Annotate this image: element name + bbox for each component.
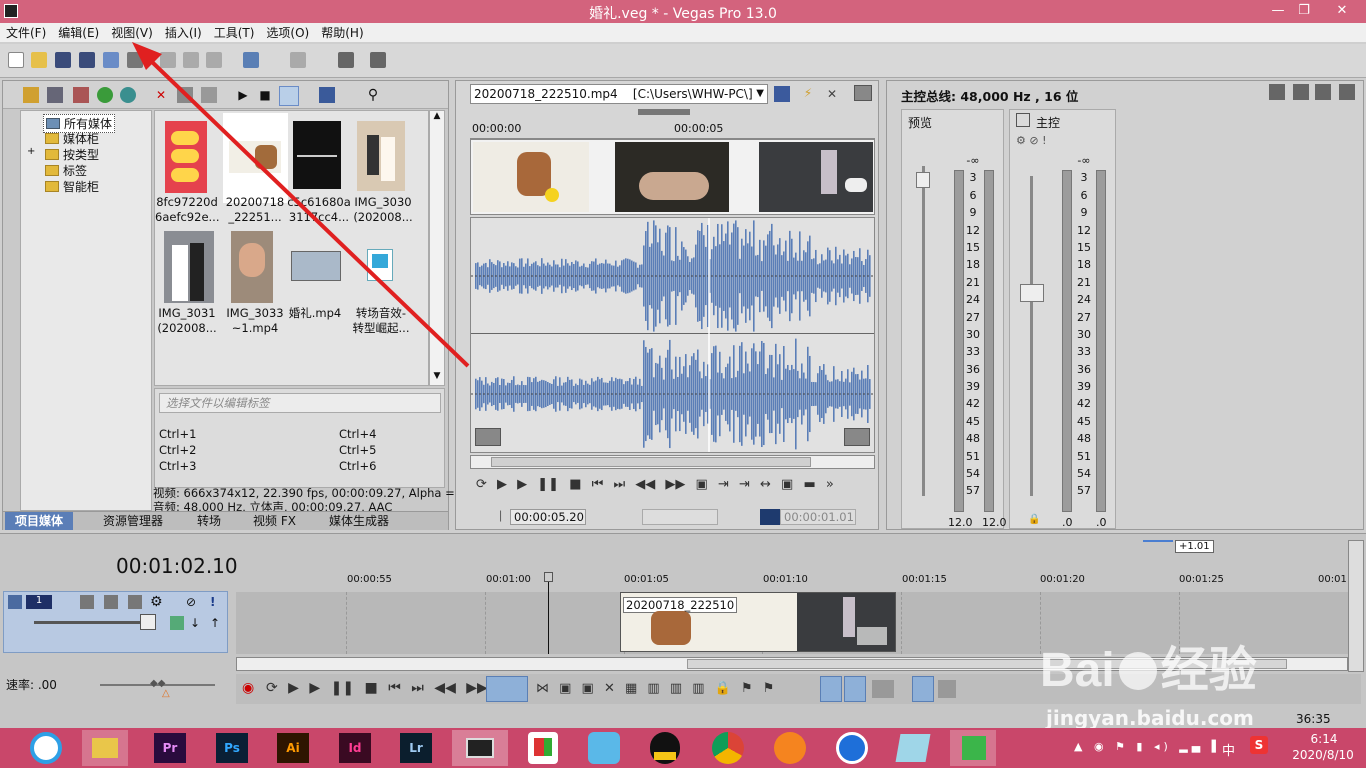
clock-time[interactable]: 6:14: [1296, 732, 1352, 746]
taskbar: Pr Ps Ai Id Lr ▲ ◉ ⚑ ▮ ◂) ▂▄ ▌ 中 S 6:14 …: [0, 728, 1366, 768]
ime-indicator[interactable]: 中: [1222, 740, 1235, 759]
qq-icon[interactable]: [650, 732, 680, 764]
orange-app-icon[interactable]: [774, 732, 806, 764]
chrome-icon[interactable]: [712, 732, 744, 764]
sogou-search-icon[interactable]: [836, 732, 868, 764]
clock-date[interactable]: 2020/8/10: [1288, 748, 1358, 762]
cartoon-app-icon[interactable]: [588, 732, 620, 764]
photoshop-icon[interactable]: Ps: [216, 733, 248, 763]
sogou-ime-icon[interactable]: S: [1250, 736, 1268, 754]
red-green-app-icon[interactable]: [528, 732, 558, 764]
premiere-icon[interactable]: Pr: [154, 733, 186, 763]
file-explorer-icon[interactable]: [82, 730, 128, 766]
green-app-taskbar[interactable]: [950, 730, 996, 766]
indesign-icon[interactable]: Id: [339, 733, 371, 763]
lightroom-icon[interactable]: Lr: [400, 733, 432, 763]
start-icon[interactable]: [30, 732, 62, 764]
illustrator-icon[interactable]: Ai: [277, 733, 309, 763]
annotation-arrow: [132, 42, 470, 368]
notes-app-icon[interactable]: [895, 734, 931, 762]
system-tray-icons[interactable]: ▲ ◉ ⚑ ▮ ◂) ▂▄ ▌: [1074, 740, 1224, 753]
vegas-taskbar-icon[interactable]: [452, 730, 508, 766]
